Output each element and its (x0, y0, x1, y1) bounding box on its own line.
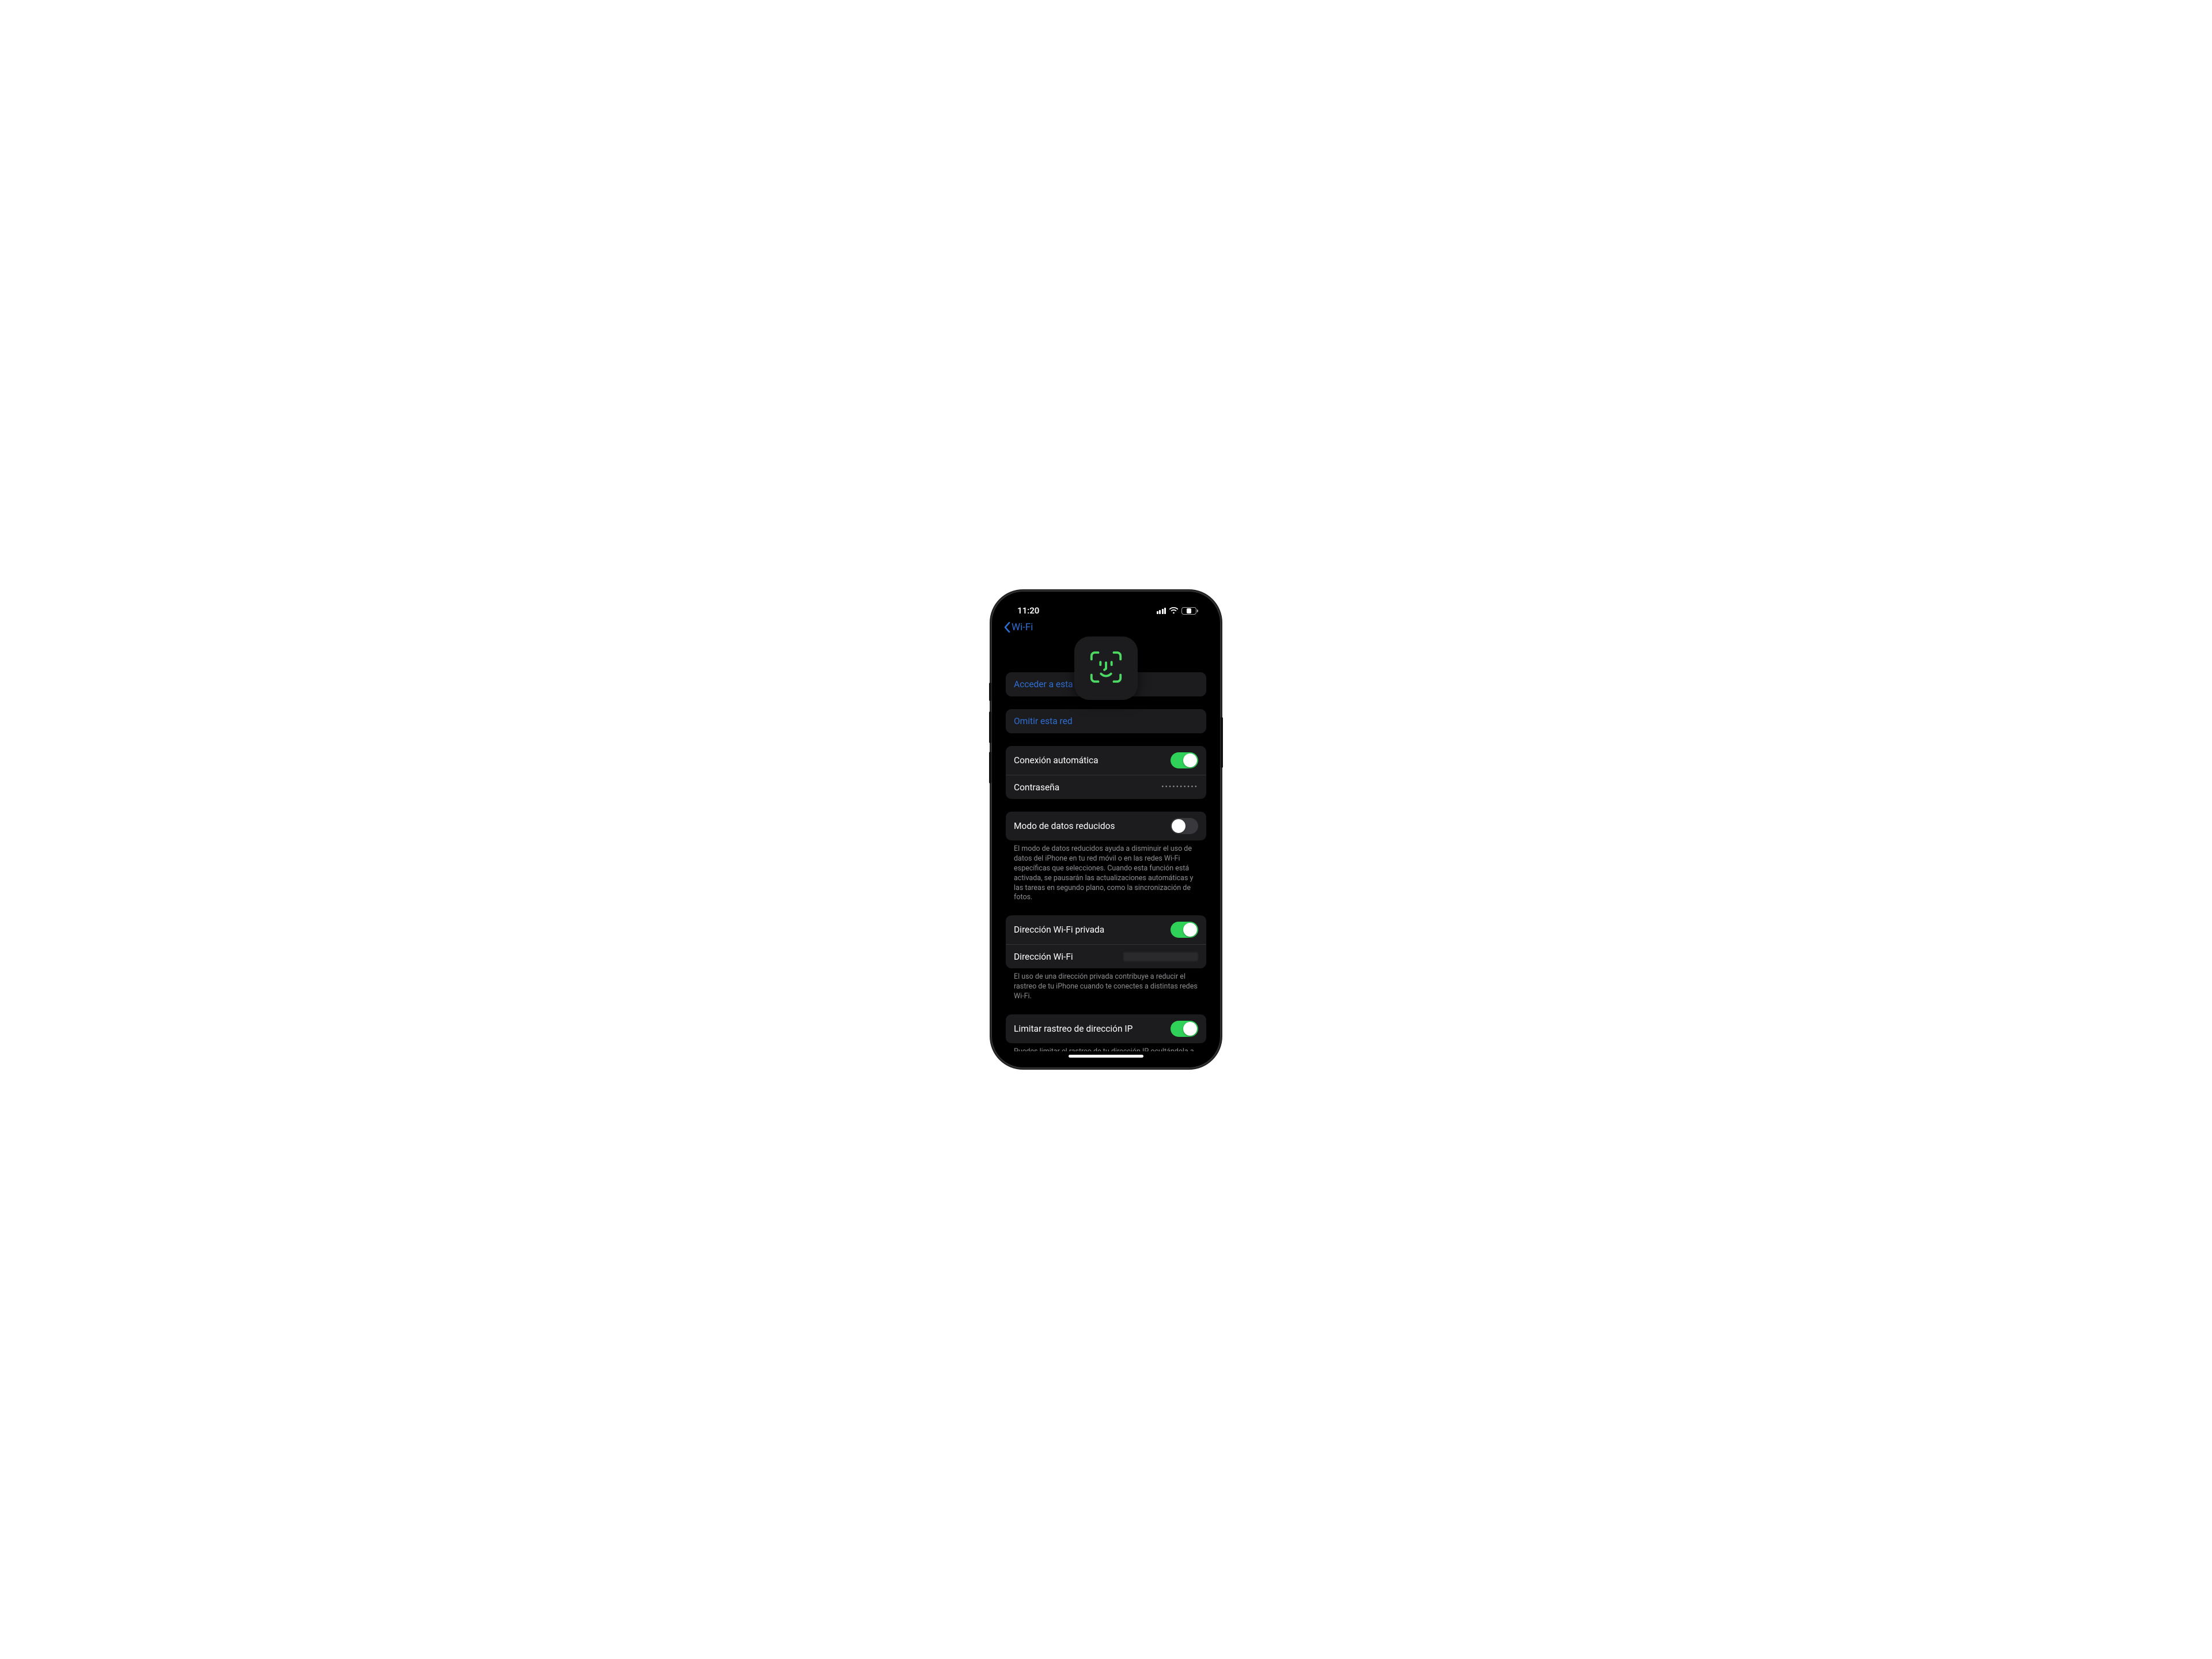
private-address-toggle[interactable] (1171, 922, 1198, 938)
private-address-row: Dirección Wi-Fi privada (1006, 915, 1206, 944)
screen: 11:20 40 (998, 597, 1214, 1062)
low-data-mode-toggle[interactable] (1171, 818, 1198, 834)
volume-up-button (989, 711, 991, 743)
private-address-footer: El uso de una dirección privada contribu… (1006, 968, 1206, 1002)
battery-icon: 40 (1181, 607, 1198, 615)
wifi-address-value (1123, 952, 1198, 961)
limit-ip-tracking-toggle[interactable] (1171, 1021, 1198, 1037)
face-id-icon (1088, 649, 1124, 687)
low-data-mode-footer: El modo de datos reducidos ayuda a dismi… (1006, 840, 1206, 903)
wifi-address-label: Dirección Wi-Fi (1014, 952, 1073, 962)
auto-join-toggle[interactable] (1171, 752, 1198, 768)
back-label: Wi-Fi (1012, 622, 1033, 633)
auto-join-row: Conexión automática (1006, 746, 1206, 775)
password-label: Contraseña (1014, 782, 1059, 793)
private-address-label: Dirección Wi-Fi privada (1014, 925, 1104, 935)
silent-switch (989, 683, 991, 701)
back-button[interactable]: Wi-Fi (1003, 622, 1033, 633)
chevron-left-icon (1003, 622, 1010, 633)
face-id-popup (1074, 637, 1138, 700)
low-data-mode-label: Modo de datos reducidos (1014, 821, 1115, 831)
side-button (1221, 717, 1223, 768)
limit-ip-tracking-label: Limitar rastreo de dirección IP (1014, 1024, 1132, 1034)
status-time: 11:20 (1017, 605, 1039, 616)
home-indicator[interactable] (1069, 1055, 1143, 1058)
limit-ip-tracking-footer: Puedes limitar el rastreo de tu direcció… (1006, 1043, 1206, 1051)
low-data-mode-row: Modo de datos reducidos (1006, 812, 1206, 840)
wifi-icon (1169, 607, 1179, 614)
phone-frame: 11:20 40 (991, 590, 1221, 1069)
forget-network-label: Omitir esta red (1014, 716, 1073, 726)
cellular-signal-icon (1157, 608, 1166, 614)
password-value: •••••••••• (1161, 783, 1198, 791)
password-row[interactable]: Contraseña •••••••••• (1006, 775, 1206, 799)
auto-join-label: Conexión automática (1014, 755, 1099, 766)
volume-down-button (989, 752, 991, 783)
limit-ip-tracking-row: Limitar rastreo de dirección IP (1006, 1014, 1206, 1043)
dynamic-island (1072, 605, 1140, 623)
settings-content[interactable]: Acceder a esta red Omitir esta red Conex… (998, 639, 1214, 1051)
wifi-address-row: Dirección Wi-Fi (1006, 944, 1206, 968)
forget-network-row[interactable]: Omitir esta red (1006, 709, 1206, 733)
